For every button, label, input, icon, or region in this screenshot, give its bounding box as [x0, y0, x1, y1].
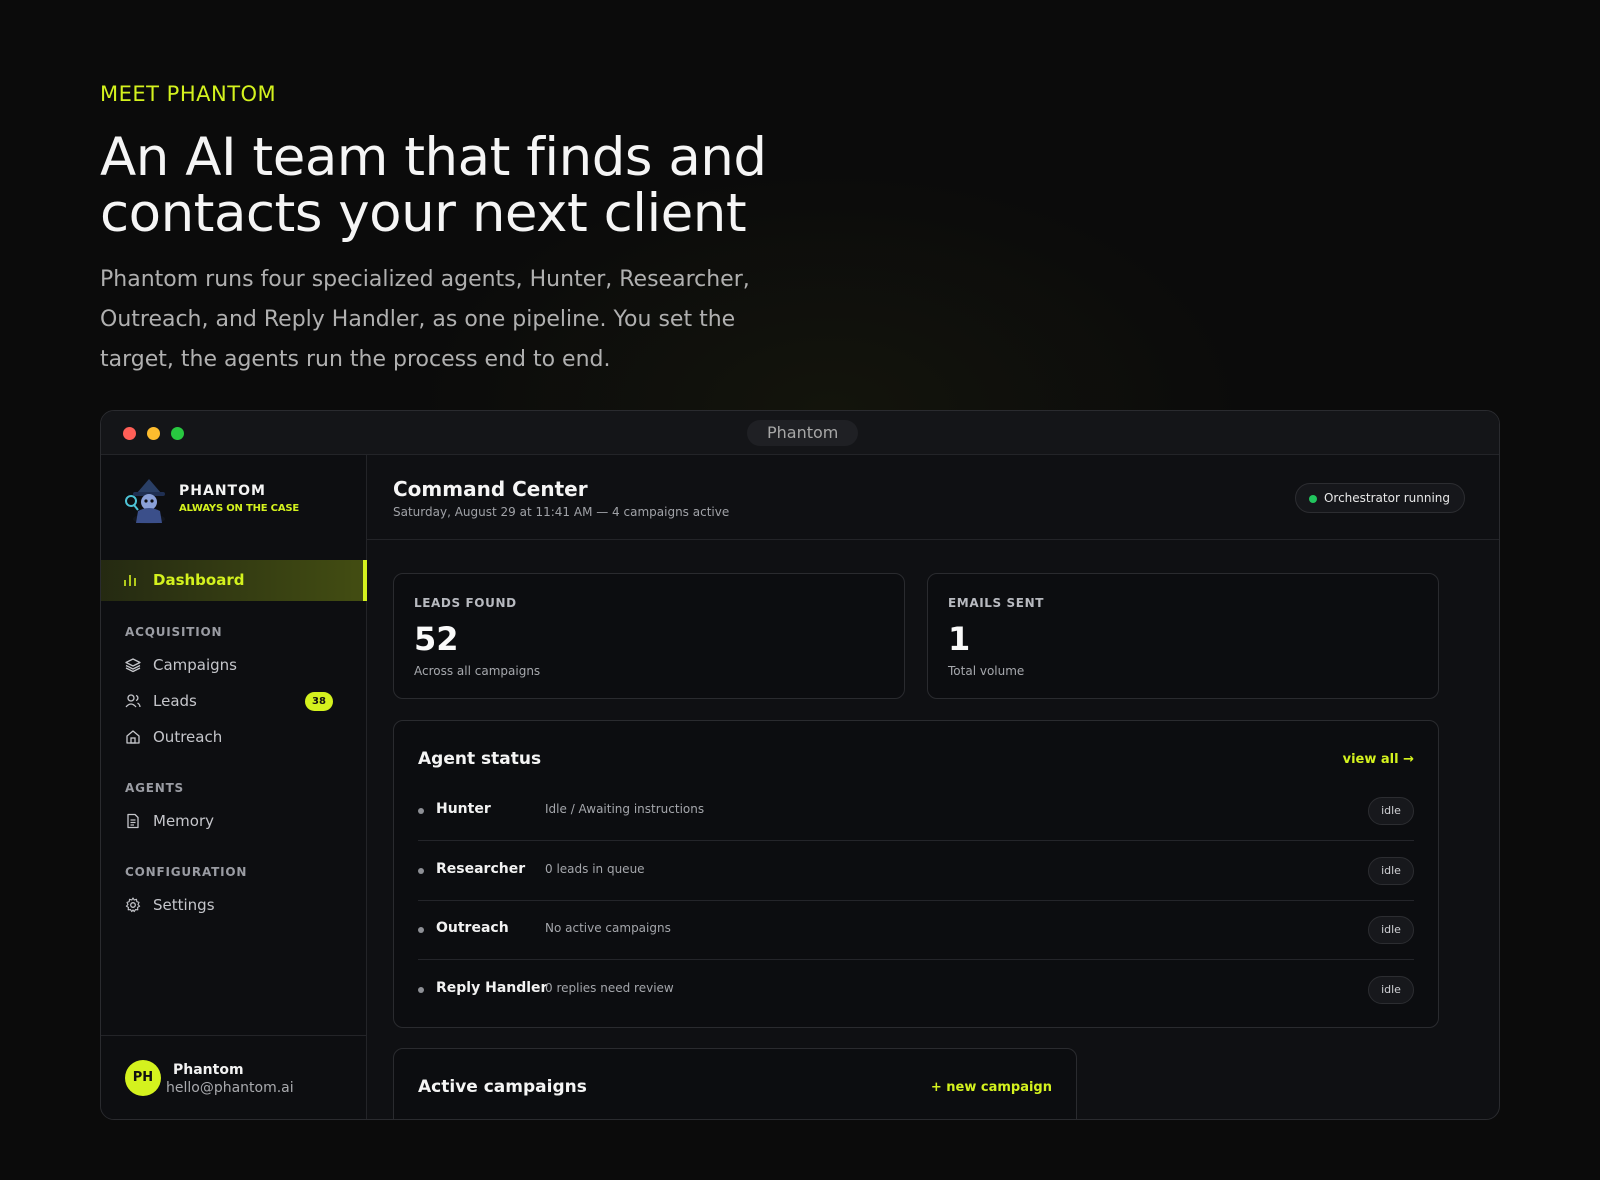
phantom-mascot-icon: [125, 479, 165, 524]
brand-tagline: ALWAYS ON THE CASE: [179, 503, 299, 514]
agent-row-researcher[interactable]: Researcher 0 leads in queue idle: [418, 841, 1414, 901]
section-label-agents: AGENTS: [125, 781, 185, 795]
bar-chart-icon: [124, 575, 136, 586]
main-content: Command Center Saturday, August 29 at 11…: [367, 455, 1499, 1119]
nav-item-label: Campaigns: [153, 656, 238, 674]
close-window-button[interactable]: [123, 427, 136, 440]
agent-description: Idle / Awaiting instructions: [545, 802, 705, 816]
agent-status-panel: Agent status view all → Hunter Idle / Aw…: [393, 720, 1439, 1028]
agent-description: No active campaigns: [545, 921, 671, 935]
nav-item-leads[interactable]: Leads 38: [101, 687, 367, 717]
home-icon: [126, 730, 140, 744]
nav-item-label: Memory: [153, 812, 215, 830]
page-title: Command Center: [393, 477, 588, 501]
agent-name: Reply Handler: [436, 980, 548, 996]
minimize-window-button[interactable]: [147, 427, 160, 440]
agent-state-badge: idle: [1368, 797, 1414, 825]
nav-item-memory[interactable]: Memory: [101, 807, 367, 837]
nav-item-settings[interactable]: Settings: [101, 891, 367, 921]
hero-headline-line2: contacts your next client: [100, 183, 747, 244]
stat-label: EMAILS SENT: [948, 596, 1045, 610]
agent-row-hunter[interactable]: Hunter Idle / Awaiting instructions idle: [418, 781, 1414, 841]
window-titlebar: Phantom: [101, 411, 1499, 455]
user-profile[interactable]: PH Phantom hello@phantom.ai: [101, 1035, 367, 1119]
leads-count-badge: 38: [305, 692, 333, 711]
agent-state-badge: idle: [1368, 916, 1414, 944]
new-campaign-button[interactable]: + new campaign: [931, 1080, 1052, 1095]
agent-name: Outreach: [436, 920, 509, 936]
hero-subtext: Phantom runs four specialized agents, Hu…: [100, 267, 750, 372]
sidebar: PHANTOM ALWAYS ON THE CASE Dashboard ACQ…: [101, 455, 367, 1119]
user-name: Phantom: [173, 1062, 244, 1078]
avatar: PH: [125, 1060, 161, 1096]
panel-title: Active campaigns: [418, 1077, 587, 1097]
hero-eyebrow: MEET PHANTOM: [100, 82, 277, 106]
agent-state-badge: idle: [1368, 976, 1414, 1004]
bullet-icon: [418, 868, 424, 874]
status-dot-icon: [1308, 495, 1317, 503]
document-icon: [127, 813, 139, 829]
nav-item-label: Outreach: [153, 728, 223, 746]
nav-item-label: Settings: [153, 896, 215, 914]
app-window: Phantom PHANTOM ALWAYS ON THE CASE Dashb…: [100, 410, 1500, 1120]
agent-description: 0 leads in queue: [545, 862, 645, 876]
stat-caption: Across all campaigns: [414, 664, 541, 678]
stat-value: 1: [948, 620, 971, 658]
section-label-acquisition: ACQUISITION: [125, 625, 223, 639]
section-label-configuration: CONFIGURATION: [125, 865, 248, 879]
user-email: hello@phantom.ai: [166, 1080, 294, 1096]
orchestrator-status-badge: Orchestrator running: [1294, 483, 1465, 513]
nav-item-label: Dashboard: [153, 571, 245, 589]
agent-description: 0 replies need review: [545, 981, 674, 995]
bullet-icon: [418, 927, 424, 933]
active-campaigns-panel: Active campaigns + new campaign: [393, 1048, 1077, 1119]
status-label: Orchestrator running: [1323, 491, 1450, 505]
main-header: Command Center Saturday, August 29 at 11…: [367, 455, 1499, 540]
layers-icon: [125, 658, 141, 673]
stat-card-emails-sent: EMAILS SENT 1 Total volume: [927, 573, 1439, 699]
stat-label: LEADS FOUND: [414, 596, 517, 610]
hero-headline: An AI team that finds and contacts your …: [100, 130, 800, 242]
agent-name: Researcher: [436, 861, 526, 877]
page-subtitle: Saturday, August 29 at 11:41 AM — 4 camp…: [393, 505, 730, 519]
agent-row-outreach[interactable]: Outreach No active campaigns idle: [418, 900, 1414, 960]
nav-item-campaigns[interactable]: Campaigns: [101, 651, 367, 681]
panel-title: Agent status: [418, 749, 542, 769]
users-icon: [125, 694, 141, 708]
nav-item-dashboard[interactable]: Dashboard: [101, 560, 367, 601]
bullet-icon: [418, 987, 424, 993]
nav-item-outreach[interactable]: Outreach: [101, 723, 367, 753]
hero-headline-line1: An AI team that finds and: [100, 127, 767, 188]
window-title: Phantom: [747, 420, 859, 446]
agent-state-badge: idle: [1368, 857, 1414, 885]
agent-name: Hunter: [436, 801, 491, 817]
bullet-icon: [418, 808, 424, 814]
brand-name: PHANTOM: [179, 483, 266, 499]
hero-section: MEET PHANTOM An AI team that finds and c…: [100, 80, 800, 380]
stat-card-leads-found: LEADS FOUND 52 Across all campaigns: [393, 573, 905, 699]
gear-icon: [125, 897, 141, 913]
view-all-link[interactable]: view all →: [1343, 752, 1414, 767]
maximize-window-button[interactable]: [171, 427, 184, 440]
stat-value: 52: [414, 620, 459, 658]
agent-row-reply-handler[interactable]: Reply Handler 0 replies need review idle: [418, 960, 1414, 1020]
nav-item-label: Leads: [153, 692, 197, 710]
stat-caption: Total volume: [948, 664, 1025, 678]
